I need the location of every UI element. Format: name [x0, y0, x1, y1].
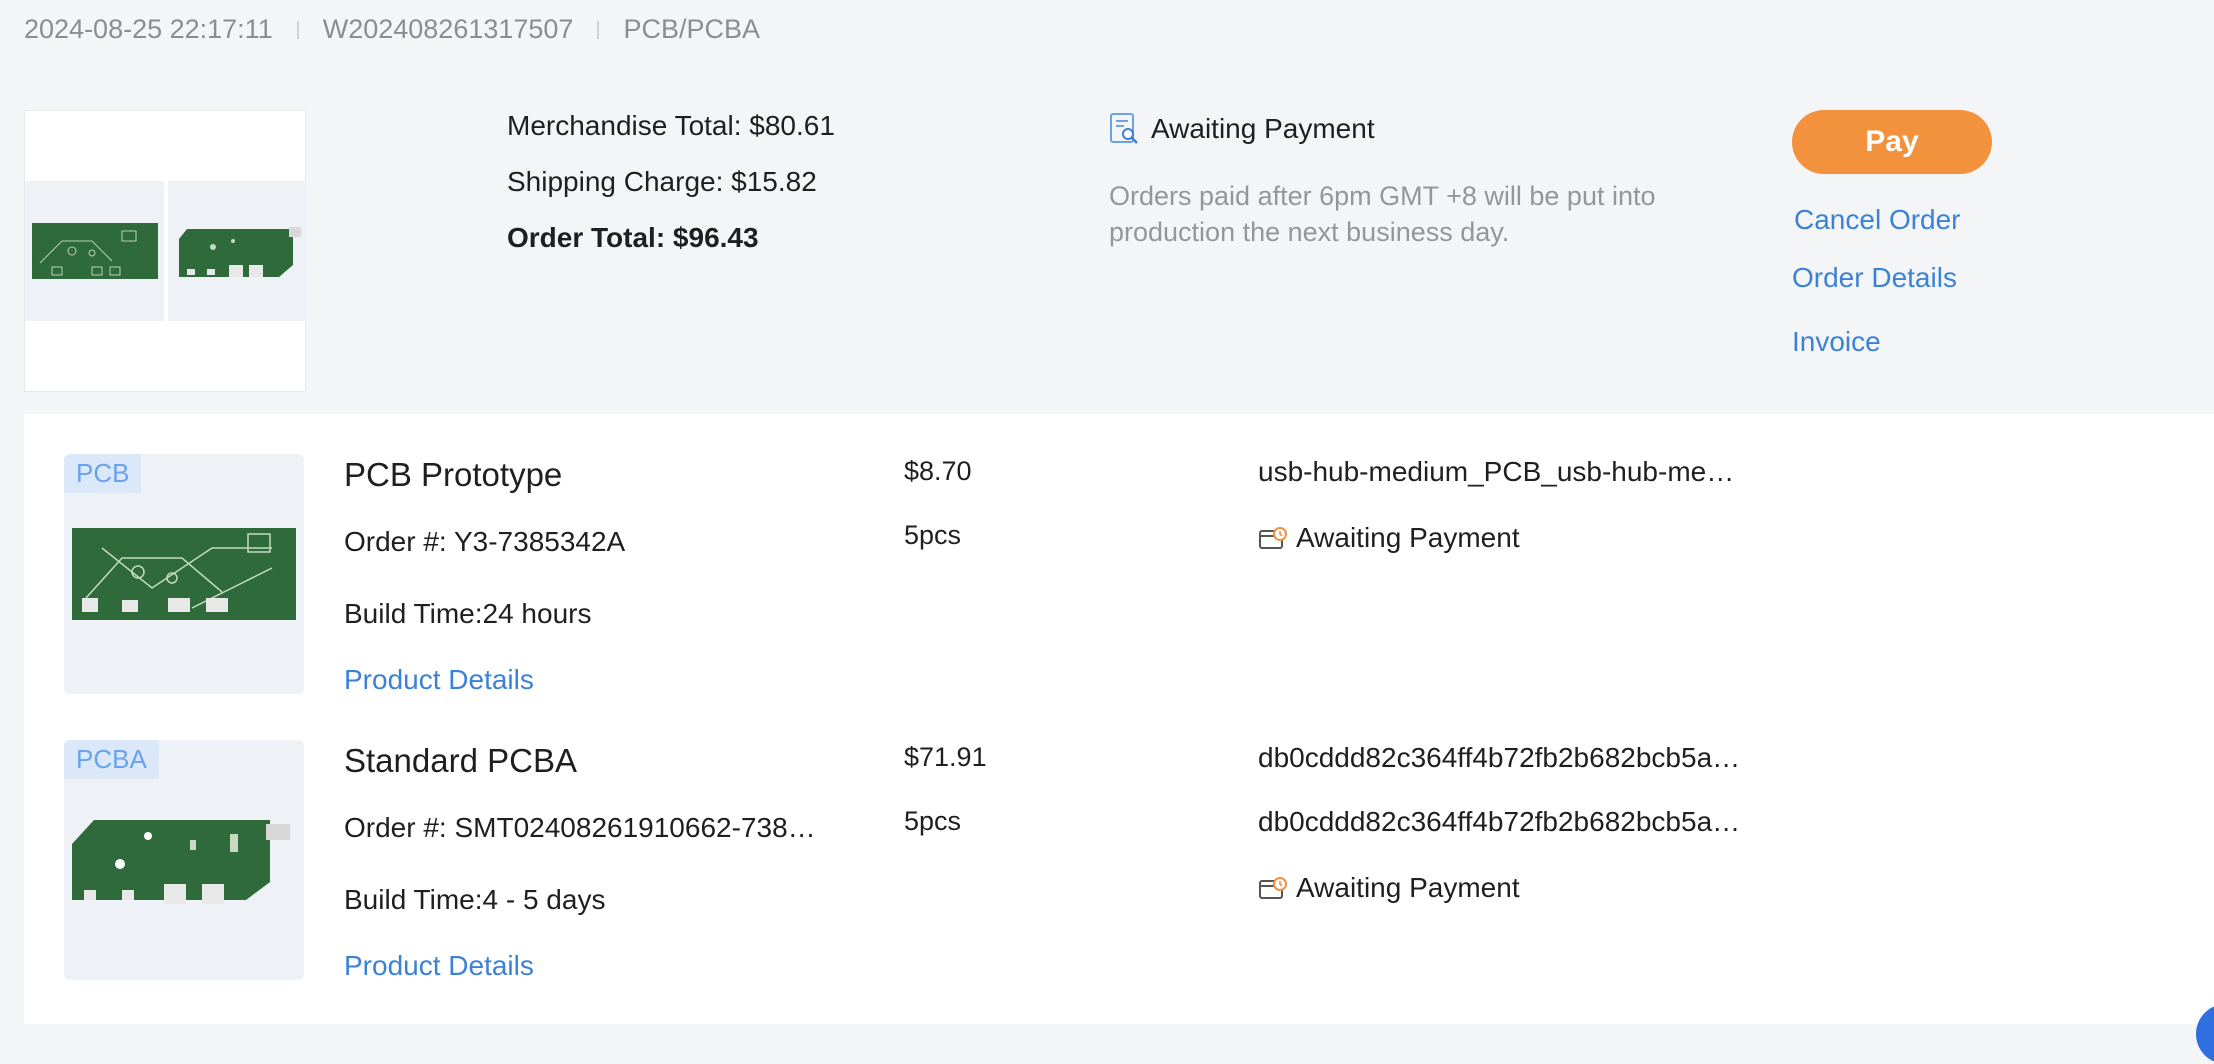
product-price: $8.70: [904, 456, 972, 486]
build-time: Build Time:4 - 5 days: [344, 884, 606, 915]
product-status: Awaiting Payment: [1258, 872, 1520, 904]
shipping-charge: Shipping Charge: $15.82: [507, 166, 817, 197]
order-details-link[interactable]: Order Details: [1792, 262, 1957, 294]
status-text: Awaiting Payment: [1151, 113, 1375, 144]
product-order-number: Order #: SMT02408261910662-738…: [344, 812, 816, 843]
product-order-number: Order #: Y3-7385342A: [344, 526, 626, 557]
cancel-order-link[interactable]: Cancel Order: [1794, 204, 1961, 236]
divider: [296, 20, 299, 39]
pcba-board-image: [72, 820, 290, 904]
product-details-link[interactable]: Product Details: [344, 664, 534, 696]
divider: [597, 20, 600, 39]
product-thumbnail: PCB: [64, 454, 304, 694]
thumbnail-strip: [25, 181, 307, 321]
product-file-name-secondary: db0cddd82c364ff4b72fb2b682bcb5a…: [1258, 806, 1741, 837]
merchandise-total: Merchandise Total: $80.61: [507, 110, 835, 141]
product-file-name: db0cddd82c364ff4b72fb2b682bcb5a…: [1258, 742, 1741, 773]
pending-payment-icon: [1259, 877, 1287, 899]
order-total: Order Total: $96.43: [507, 222, 759, 253]
product-type-badge: PCBA: [64, 740, 159, 779]
pending-payment-icon: [1259, 527, 1287, 549]
order-thumbnail-card: [24, 110, 307, 392]
product-status-text: Awaiting Payment: [1296, 872, 1520, 903]
thumbnail-pcba: [168, 181, 307, 321]
product-quantity: 5pcs: [904, 520, 962, 550]
build-time: Build Time:24 hours: [344, 598, 592, 629]
thumbnail-pcb: [25, 181, 164, 321]
order-items-panel: PCB PCB Prototype Order #: Y3-7385342A B…: [24, 414, 2214, 1024]
product-status-text: Awaiting Payment: [1296, 522, 1520, 553]
pay-button[interactable]: Pay: [1792, 110, 1992, 174]
product-status: Awaiting Payment: [1258, 522, 1520, 554]
product-title: Standard PCBA: [344, 742, 577, 779]
pcb-board-image: [31, 223, 158, 279]
order-number: W202408261317507: [322, 14, 574, 44]
list-item: PCBA Standard PCBA Order #: SMT024082619…: [24, 700, 2214, 981]
product-price: $71.91: [904, 742, 987, 772]
pcba-board-image: [178, 227, 301, 277]
search-document-icon: [1110, 113, 1138, 144]
order-header: 2024-08-25 22:17:11 W202408261317507 PCB…: [24, 14, 760, 45]
order-summary: Merchandise Total: $80.61 Shipping Charg…: [24, 110, 2214, 392]
product-thumbnail: PCBA: [64, 740, 304, 980]
order-date: 2024-08-25 22:17:11: [24, 14, 273, 44]
production-note: Orders paid after 6pm GMT +8 will be put…: [1109, 181, 1656, 247]
list-item: PCB PCB Prototype Order #: Y3-7385342A B…: [24, 414, 2214, 695]
product-type-badge: PCB: [64, 454, 142, 493]
product-quantity: 5pcs: [904, 806, 962, 836]
order-category: PCB/PCBA: [623, 14, 760, 44]
invoice-link[interactable]: Invoice: [1792, 326, 1881, 358]
product-title: PCB Prototype: [344, 456, 563, 493]
pcb-board-image: [72, 528, 296, 620]
product-details-link[interactable]: Product Details: [344, 950, 534, 982]
status-heading: Awaiting Payment: [1109, 112, 1375, 146]
product-file-name: usb-hub-medium_PCB_usb-hub-me…: [1258, 456, 1735, 487]
